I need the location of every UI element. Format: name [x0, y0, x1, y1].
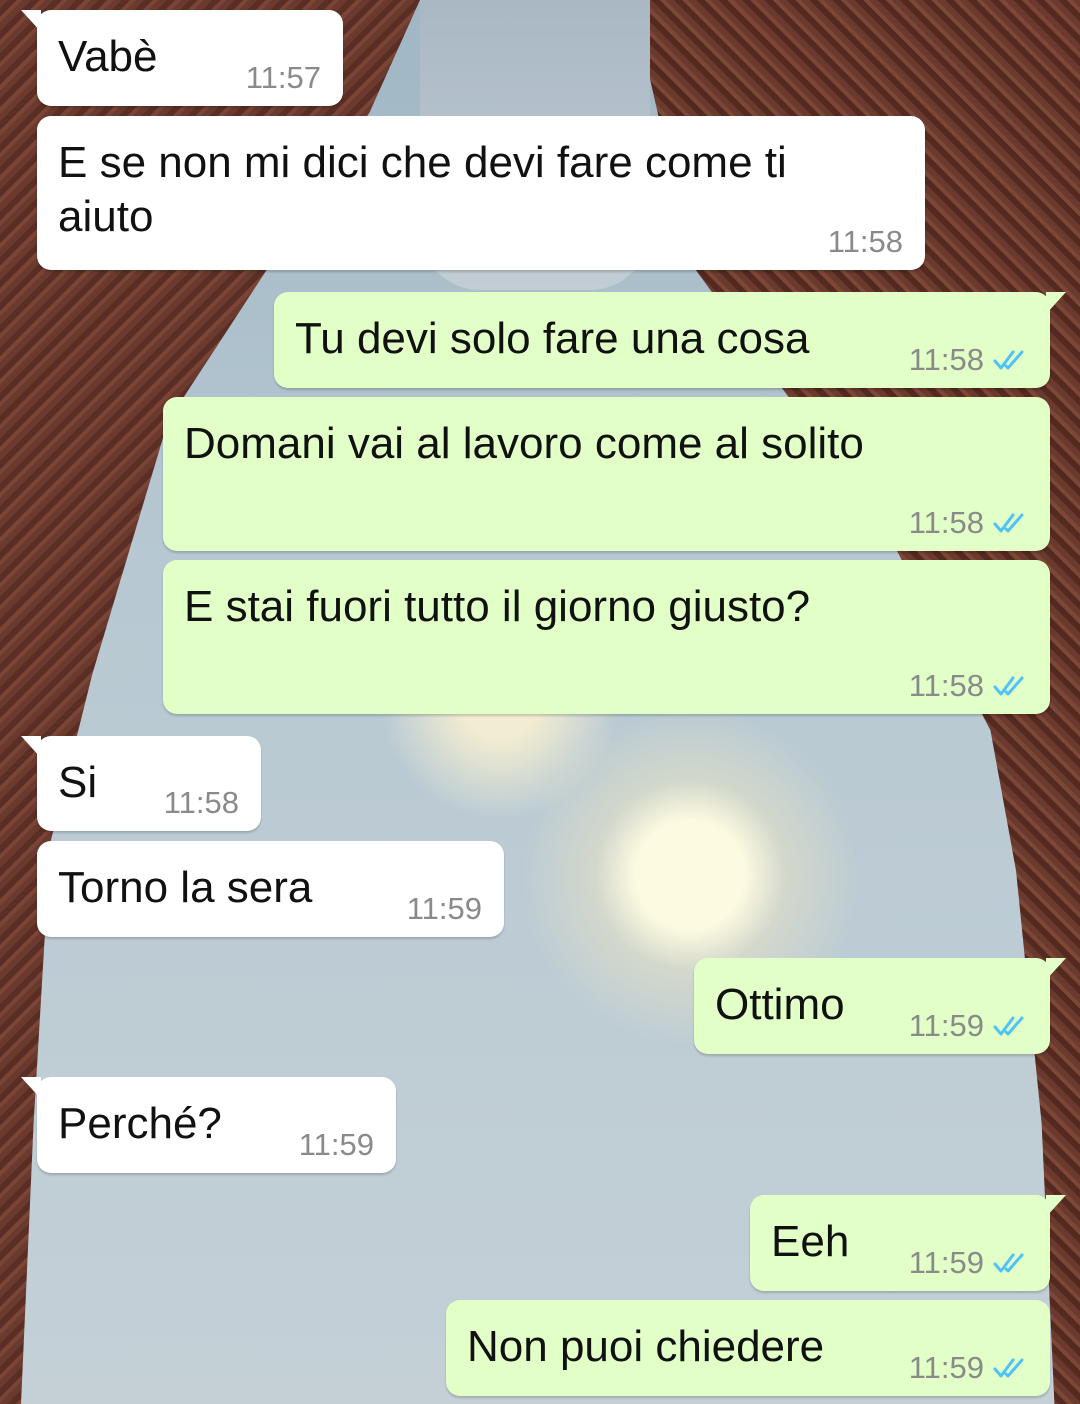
- message-text: E se non mi dici che devi fare come ti a…: [58, 138, 787, 241]
- message-time: 11:57: [245, 60, 321, 95]
- message-meta: 11:58: [909, 505, 1028, 541]
- message-meta: 11:58: [909, 342, 1028, 378]
- message-time: 11:58: [908, 668, 984, 703]
- message-meta: 11:58: [828, 224, 903, 260]
- message-time: 11:59: [908, 1245, 984, 1280]
- message-time: 11:59: [908, 1008, 984, 1043]
- double-check-icon: [993, 1016, 1024, 1036]
- message-time: 11:58: [163, 785, 239, 820]
- message-meta: 11:59: [407, 891, 482, 927]
- message-bubble-incoming[interactable]: Si 11:58: [21, 736, 261, 831]
- message-bubble-outgoing[interactable]: Non puoi chiedere 11:59: [446, 1300, 1050, 1396]
- message-text: Domani vai al lavoro come al solito: [184, 419, 864, 468]
- message-meta: 11:58: [909, 668, 1028, 704]
- message-meta: 11:59: [909, 1008, 1028, 1044]
- message-meta: 11:57: [246, 60, 321, 96]
- double-check-icon: [993, 1358, 1024, 1378]
- double-check-icon: [993, 676, 1024, 696]
- double-check-icon: [993, 1253, 1024, 1273]
- message-bubble-incoming[interactable]: Perché? 11:59: [21, 1077, 396, 1173]
- message-bubble-incoming[interactable]: Torno la sera 11:59: [37, 841, 504, 937]
- message-bubble-incoming[interactable]: Vabè 11:57: [21, 10, 343, 106]
- message-text: E stai fuori tutto il giorno giusto?: [184, 582, 811, 631]
- message-time: 11:59: [298, 1127, 374, 1162]
- message-bubble-outgoing[interactable]: E stai fuori tutto il giorno giusto? 11:…: [163, 560, 1050, 714]
- message-meta: 11:59: [909, 1245, 1028, 1281]
- message-time: 11:59: [908, 1350, 984, 1385]
- message-list[interactable]: Vabè 11:57 E se non mi dici che devi far…: [0, 0, 1080, 1404]
- message-bubble-incoming[interactable]: E se non mi dici che devi fare come ti a…: [37, 116, 925, 270]
- double-check-icon: [993, 513, 1024, 533]
- message-time: 11:58: [827, 224, 903, 259]
- double-check-icon: [993, 350, 1024, 370]
- message-meta: 11:58: [164, 785, 239, 821]
- message-time: 11:58: [908, 505, 984, 540]
- message-bubble-outgoing[interactable]: Ottimo 11:59: [694, 958, 1066, 1054]
- message-bubble-outgoing[interactable]: Eeh 11:59: [750, 1195, 1066, 1291]
- message-bubble-outgoing[interactable]: Domani vai al lavoro come al solito 11:5…: [163, 397, 1050, 551]
- message-time: 11:59: [406, 891, 482, 926]
- message-meta: 11:59: [909, 1350, 1028, 1386]
- message-bubble-outgoing[interactable]: Tu devi solo fare una cosa 11:58: [274, 292, 1066, 388]
- message-meta: 11:59: [299, 1127, 374, 1163]
- message-time: 11:58: [908, 342, 984, 377]
